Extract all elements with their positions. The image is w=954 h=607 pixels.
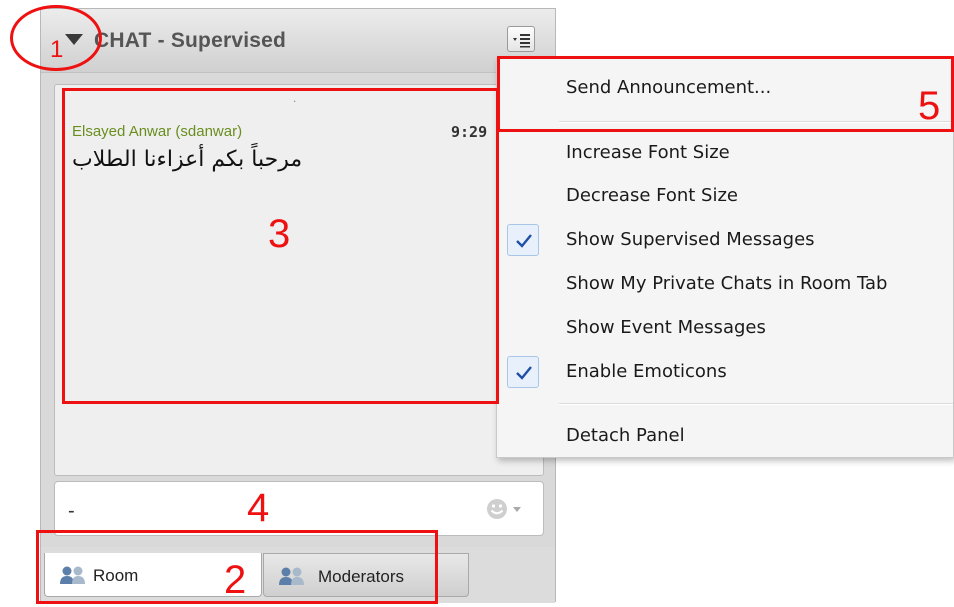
annotation-number-1: 1	[50, 36, 64, 63]
annotation-box-5	[497, 56, 954, 132]
panel-header: CHAT - Supervised	[41, 9, 555, 73]
panel-options-button[interactable]	[507, 26, 535, 52]
menu-item-decrease-font-size[interactable]: Decrease Font Size	[497, 177, 953, 215]
annotation-number-2: 2	[224, 558, 247, 602]
checkmark-icon	[507, 224, 539, 256]
smiley-icon	[487, 499, 521, 519]
panel-title: CHAT - Supervised	[94, 29, 287, 52]
annotation-number-5: 5	[918, 84, 941, 128]
checkmark-icon	[507, 356, 539, 388]
menu-item-label: Show Supervised Messages	[566, 229, 815, 250]
chat-input-value: -	[68, 500, 75, 522]
emoticon-button[interactable]	[485, 496, 525, 522]
menu-item-increase-font-size[interactable]: Increase Font Size	[497, 134, 953, 172]
menu-item-show-event-messages[interactable]: Show Event Messages	[497, 309, 953, 347]
menu-item-label: Increase Font Size	[566, 142, 730, 163]
annotation-number-3: 3	[268, 212, 291, 256]
menu-item-label: Detach Panel	[566, 425, 685, 446]
menu-item-show-supervised-messages[interactable]: Show Supervised Messages	[497, 221, 953, 259]
menu-item-label: Decrease Font Size	[566, 185, 738, 206]
menu-item-detach-panel[interactable]: Detach Panel	[497, 417, 953, 455]
menu-list-icon	[513, 34, 530, 48]
menu-item-label: Show Event Messages	[566, 317, 766, 338]
menu-item-enable-emoticons[interactable]: Enable Emoticons	[497, 353, 953, 391]
menu-separator	[559, 403, 953, 405]
menu-item-label: Show My Private Chats in Room Tab	[566, 273, 888, 294]
menu-item-show-private-chats[interactable]: Show My Private Chats in Room Tab	[497, 265, 953, 303]
annotation-number-4: 4	[247, 486, 270, 530]
chat-input[interactable]: -	[54, 481, 544, 536]
menu-item-label: Enable Emoticons	[566, 361, 727, 382]
